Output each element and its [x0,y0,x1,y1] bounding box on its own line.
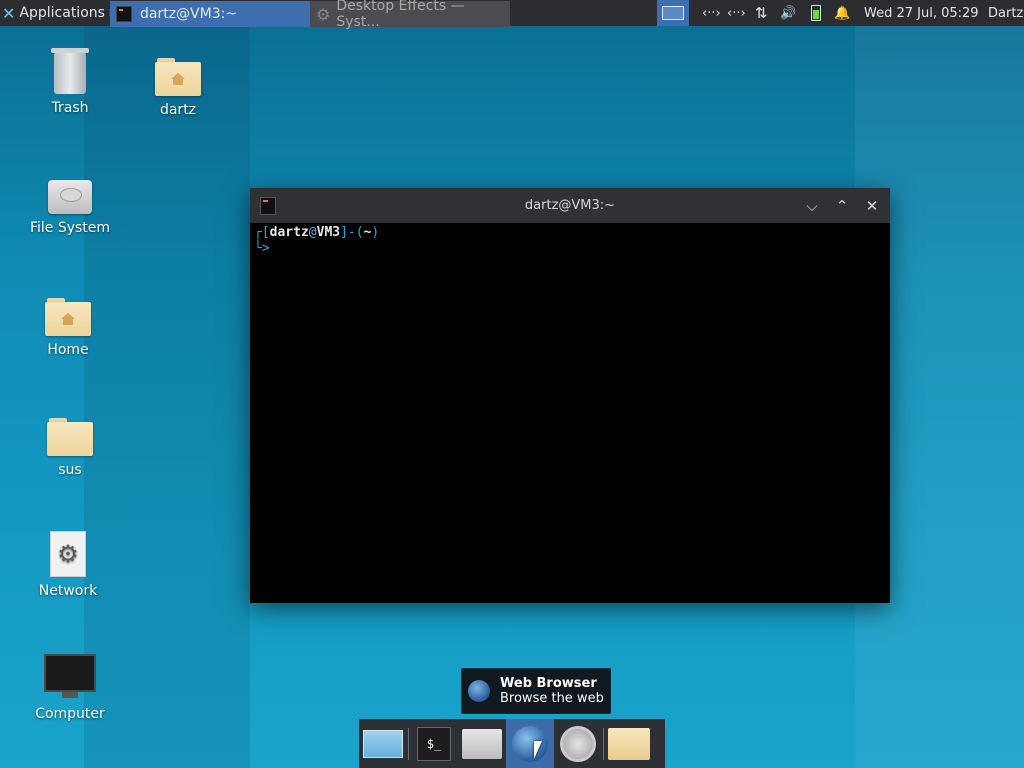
show-desktop-button[interactable] [359,719,407,768]
network-settings-icon: ⚙ [50,531,86,577]
home-folder-icon [462,728,502,759]
web-browser-launcher[interactable] [506,719,554,768]
web-browser-tooltip: Web Browser Browse the web [461,668,611,714]
show-desktop-icon [363,729,403,758]
transfer-icon[interactable]: ⇅ [755,0,768,26]
clock[interactable]: Wed 27 Jul, 05:29 [864,0,979,26]
battery-icon[interactable] [811,0,821,26]
prompt-host: VM3 [316,225,341,240]
home-folder-icon [45,296,91,336]
minimize-icon[interactable]: ⌵ [802,196,822,216]
applications-label: Applications [19,5,105,21]
file-manager-launcher[interactable] [458,719,506,768]
app-finder-launcher[interactable] [554,719,602,768]
terminal-icon [260,197,276,215]
top-panel: ✕ Applications ≡ dartz@VM3:~ ⚙ Desktop E… [0,0,1024,30]
terminal-launcher[interactable]: $_ [410,719,458,768]
taskbar-item-label: Desktop Effects — Syst... [336,0,465,30]
maximize-icon[interactable]: ⌃ [832,196,852,216]
search-icon [560,725,596,762]
desktop-icon-dartz[interactable]: dartz [133,56,223,118]
notification-bell-icon[interactable]: 🔔 [834,0,850,26]
globe-icon [512,725,548,762]
desktop-icon-label: Home [47,342,89,358]
terminal-icon: $_ [417,726,451,761]
trash-icon [51,48,89,94]
prompt-separator: ]-( [340,225,364,240]
globe-icon [468,680,490,702]
terminal-titlebar[interactable]: dartz@VM3:~ ⌵ ⌃ ✕ [250,188,890,223]
terminal-icon [116,6,132,22]
desktop-icon-label: dartz [159,102,197,118]
volume-icon[interactable]: 🔊 [780,0,796,26]
taskbar-item-label: dartz@VM3:~ [140,6,238,22]
network-icon-2[interactable]: ‹··› [727,0,746,26]
desktop-icon-label: File System [29,220,111,236]
prompt-bracket: ┌[ [254,225,270,240]
terminal-window[interactable]: dartz@VM3:~ ⌵ ⌃ ✕ ┌[dartz@VM3]-(~) └> [250,188,890,603]
desktop-icon-computer[interactable]: Computer [25,654,115,722]
terminal-title: dartz@VM3:~ [524,198,616,213]
dock: $_ [359,719,665,768]
workspace-1[interactable] [662,6,684,20]
network-icon[interactable]: ‹··› [702,0,721,26]
hard-drive-icon [48,180,92,214]
xfce-logo-icon: ✕ [2,3,16,23]
taskbar-item-terminal[interactable]: dartz@VM3:~ [110,1,310,27]
gear-icon: ⚙ [316,4,331,24]
close-icon[interactable]: ✕ [862,196,882,216]
folder-icon [47,416,93,456]
desktop-icon-network[interactable]: ⚙ Network [23,531,113,599]
prompt-line-2: └> [254,241,270,256]
home-folder-icon [155,56,201,96]
desktop-icon-sus[interactable]: sus [25,416,115,478]
desktop-icon-label: Trash [51,100,89,116]
desktop-icon-trash[interactable]: Trash [25,48,115,116]
tooltip-subtitle: Browse the web [500,691,604,706]
prompt-user: dartz [269,225,309,240]
desktop-icon-label: Network [38,583,98,599]
folder-icon [608,727,650,760]
taskbar-item-desktop-effects[interactable]: ⚙ Desktop Effects — Syst... [310,0,510,30]
terminal-content[interactable]: ┌[dartz@VM3]-(~) └> [250,223,890,259]
dock-separator [603,727,604,760]
workspace-switcher[interactable] [657,0,689,26]
user-menu[interactable]: Dartz [988,0,1023,26]
desktop-icon-label: Computer [35,706,105,722]
applications-menu[interactable]: ✕ Applications ≡ [2,0,120,26]
prompt-line-1: ┌[dartz@VM3]-(~) [254,225,886,241]
tooltip-title: Web Browser [500,676,597,691]
prompt-at: @ [308,225,317,240]
dock-separator [408,727,409,760]
prompt-close: ) [371,225,380,240]
mouse-cursor-icon [534,741,542,759]
folder-launcher[interactable] [605,719,653,768]
desktop-icon-label: sus [58,462,82,478]
desktop-icon-home[interactable]: Home [23,296,113,358]
desktop-icon-file-system[interactable]: File System [25,180,115,236]
monitor-icon [44,654,96,698]
